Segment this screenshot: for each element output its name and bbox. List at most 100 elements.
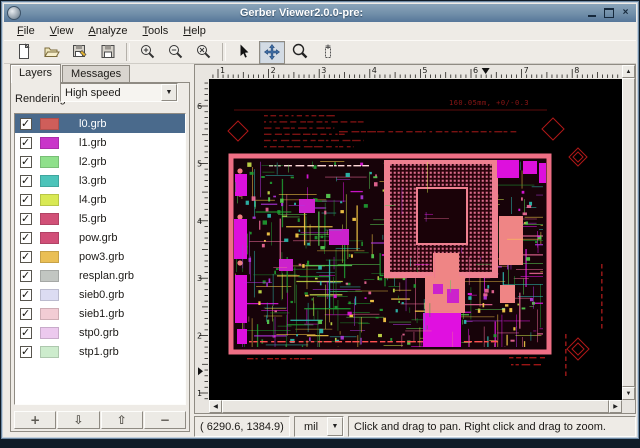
layer-color-swatch[interactable] xyxy=(40,137,59,149)
maximize-button[interactable] xyxy=(601,7,616,20)
rendering-select[interactable]: High speed ▼ xyxy=(60,83,178,102)
add-layer-button[interactable]: + xyxy=(14,411,56,429)
layer-row[interactable]: stp1.grb xyxy=(15,342,185,361)
layer-name: l1.grb xyxy=(67,137,107,149)
zoom-in-button[interactable] xyxy=(135,41,161,64)
layer-row[interactable]: sieb1.grb xyxy=(15,304,185,323)
unit-select[interactable]: mil ▼ xyxy=(294,416,344,437)
horizontal-scroll-thumb[interactable] xyxy=(222,400,609,413)
menu-tools[interactable]: Tools xyxy=(136,24,177,38)
layer-visible-checkbox[interactable] xyxy=(20,175,32,187)
move-up-layer-button[interactable]: ⇧ xyxy=(101,411,143,429)
titlebar[interactable]: Gerber Viewer2.0.0-pre: × xyxy=(4,4,636,22)
vertical-scrollbar[interactable]: ▲ ▼ xyxy=(622,65,635,400)
layer-visible-checkbox[interactable] xyxy=(20,308,32,320)
layer-color-swatch[interactable] xyxy=(40,289,59,301)
layer-row[interactable]: l1.grb xyxy=(15,133,185,152)
pointer-button[interactable] xyxy=(231,41,257,64)
layer-name: stp1.grb xyxy=(67,346,119,358)
minimize-button[interactable] xyxy=(584,7,599,20)
horizontal-scrollbar[interactable]: ◀ ▶ xyxy=(209,400,622,413)
move-down-layer-button[interactable]: ⇩ xyxy=(57,411,99,429)
measure-button[interactable] xyxy=(315,41,341,64)
layer-row[interactable]: pow.grb xyxy=(15,228,185,247)
chevron-down-icon[interactable]: ▼ xyxy=(161,84,177,101)
layer-color-swatch[interactable] xyxy=(40,232,59,244)
svg-text:4: 4 xyxy=(197,217,202,226)
scroll-up-button[interactable]: ▲ xyxy=(622,65,635,78)
zoom-button[interactable] xyxy=(287,41,313,64)
layer-row[interactable]: l5.grb xyxy=(15,209,185,228)
layer-color-swatch[interactable] xyxy=(40,194,59,206)
scroll-right-button[interactable]: ▶ xyxy=(609,400,622,413)
pcb-viewport[interactable]: 160.05mm, +0/-0.3 xyxy=(209,79,622,400)
layer-row[interactable]: l2.grb xyxy=(15,152,185,171)
svg-text:8: 8 xyxy=(574,66,579,75)
open-button[interactable] xyxy=(39,41,65,64)
layer-row[interactable]: pow3.grb xyxy=(15,247,185,266)
layer-row[interactable]: resplan.grb xyxy=(15,266,185,285)
layer-name: l0.grb xyxy=(67,118,107,130)
layer-row[interactable]: l3.grb xyxy=(15,171,185,190)
layer-color-swatch[interactable] xyxy=(40,213,59,225)
menu-file[interactable]: File xyxy=(10,24,43,38)
layer-visible-checkbox[interactable] xyxy=(20,137,32,149)
tab-messages[interactable]: Messages xyxy=(62,65,130,83)
svg-text:7: 7 xyxy=(524,66,529,75)
save-as-button[interactable] xyxy=(67,41,93,64)
measure-icon xyxy=(319,43,337,61)
menu-view[interactable]: View xyxy=(43,24,82,38)
layer-visible-checkbox[interactable] xyxy=(20,327,32,339)
zoom-out-button[interactable] xyxy=(163,41,189,64)
new-button[interactable] xyxy=(11,41,37,64)
save-button[interactable] xyxy=(95,41,121,64)
close-button[interactable]: × xyxy=(618,7,633,20)
layer-visible-checkbox[interactable] xyxy=(20,156,32,168)
layer-visible-checkbox[interactable] xyxy=(20,251,32,263)
canvas-area: 12345678 123456 160.05mm, +0/-0.3 xyxy=(194,64,636,414)
layer-row[interactable]: sieb0.grb xyxy=(15,285,185,304)
toolbar-separator xyxy=(222,43,226,61)
layer-name: l4.grb xyxy=(67,194,107,206)
layer-color-swatch[interactable] xyxy=(40,270,59,282)
layer-visible-checkbox[interactable] xyxy=(20,232,32,244)
layer-color-swatch[interactable] xyxy=(40,308,59,320)
chevron-down-icon[interactable]: ▼ xyxy=(327,417,343,436)
scrollbar-corner xyxy=(622,400,635,413)
layer-row[interactable]: l0.grb xyxy=(15,114,185,133)
vertical-scroll-thumb[interactable] xyxy=(622,78,635,387)
scroll-left-button[interactable]: ◀ xyxy=(209,400,222,413)
layer-color-swatch[interactable] xyxy=(40,175,59,187)
menu-analyze[interactable]: Analyze xyxy=(81,24,135,38)
layer-color-swatch[interactable] xyxy=(40,251,59,263)
menu-help[interactable]: Help xyxy=(176,24,214,38)
layer-color-swatch[interactable] xyxy=(40,156,59,168)
layer-visible-checkbox[interactable] xyxy=(20,118,32,130)
layer-visible-checkbox[interactable] xyxy=(20,270,32,282)
layer-visible-checkbox[interactable] xyxy=(20,289,32,301)
layer-color-swatch[interactable] xyxy=(40,327,59,339)
layer-row[interactable]: stp0.grb xyxy=(15,323,185,342)
window-title: Gerber Viewer2.0.0-pre: xyxy=(21,7,582,19)
layer-name: resplan.grb xyxy=(67,270,134,282)
svg-text:6: 6 xyxy=(473,66,478,75)
zoom-fit-button[interactable] xyxy=(191,41,217,64)
layer-color-swatch[interactable] xyxy=(40,346,59,358)
pan-button[interactable] xyxy=(259,41,285,64)
remove-layer-button[interactable]: − xyxy=(144,411,186,429)
layer-row[interactable]: l4.grb xyxy=(15,190,185,209)
layer-visible-checkbox[interactable] xyxy=(20,194,32,206)
layer-visible-checkbox[interactable] xyxy=(20,213,32,225)
layer-visible-checkbox[interactable] xyxy=(20,346,32,358)
app-icon xyxy=(7,6,21,20)
layer-color-swatch[interactable] xyxy=(40,118,59,130)
ruler-vertical: 123456 xyxy=(195,79,209,400)
ruler-horizontal: 12345678 xyxy=(209,65,622,79)
toolbar-separator xyxy=(126,43,130,61)
rendering-value: High speed xyxy=(61,87,161,99)
tab-layers[interactable]: Layers xyxy=(10,64,61,83)
save-icon xyxy=(99,43,117,61)
move-up-icon: ⇧ xyxy=(117,414,127,426)
title-block-text xyxy=(264,115,516,158)
scroll-down-button[interactable]: ▼ xyxy=(622,387,635,400)
